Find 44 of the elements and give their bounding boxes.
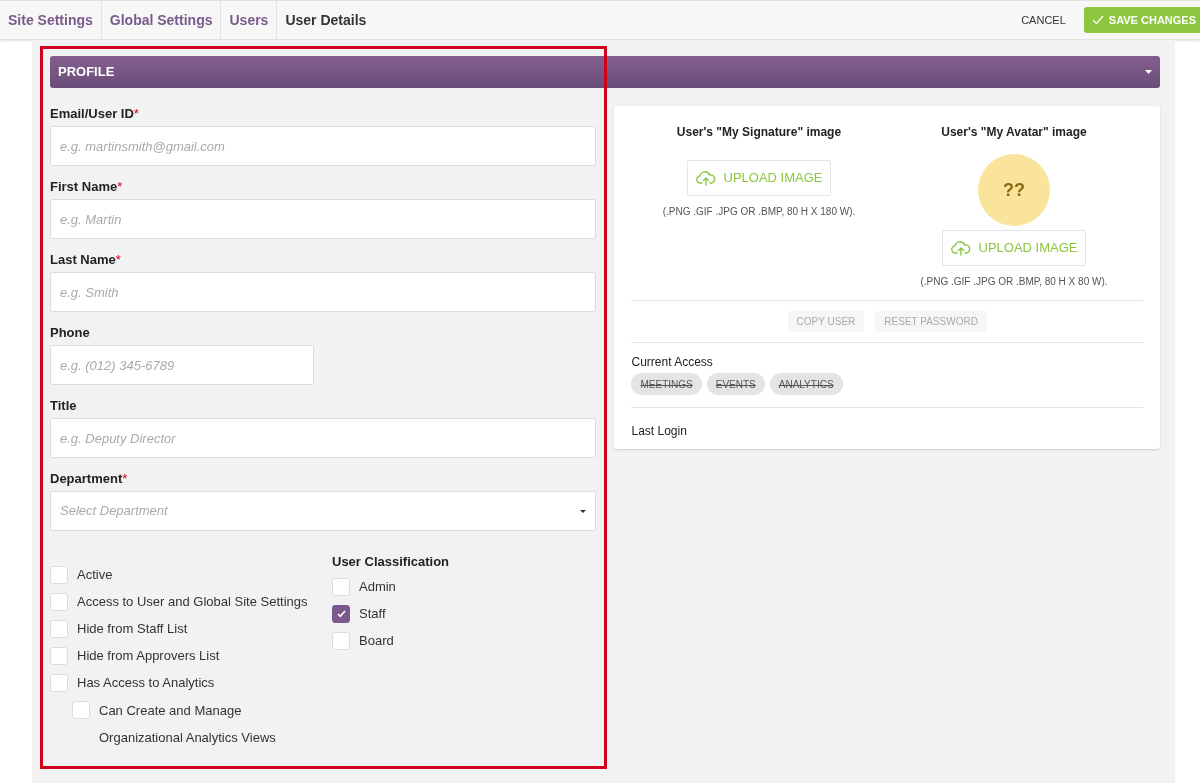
input-field[interactable]: e.g. Martin <box>50 199 597 239</box>
checkbox-label: Board <box>359 631 394 650</box>
checkbox[interactable] <box>332 604 350 623</box>
classification-title: User Classification <box>332 553 450 571</box>
check-icon <box>1091 15 1104 25</box>
breadcrumb-link[interactable]: Users <box>221 1 278 39</box>
checkbox-label: Hide from Staff List <box>77 620 188 638</box>
field-label: Department* <box>50 471 129 487</box>
input-field[interactable]: e.g. Deputy Director <box>50 418 597 458</box>
cancel-button[interactable]: CANCEL <box>1011 11 1076 29</box>
breadcrumb-link[interactable]: Global Settings <box>101 1 222 39</box>
checkbox-label: Active <box>77 566 113 584</box>
field-label: Title <box>50 398 78 414</box>
field-label: First Name* <box>50 179 124 195</box>
image-title: User's "My Signature" image <box>676 124 842 141</box>
input-field[interactable]: e.g. martinsmith@gmail.com <box>50 126 597 166</box>
input-field[interactable]: e.g. Smith <box>50 272 597 312</box>
access-tag: EVENTS <box>706 373 765 395</box>
breadcrumb-link[interactable]: Site Settings <box>0 1 102 39</box>
breadcrumb-link[interactable]: User Details <box>277 1 376 39</box>
image-hint: (.PNG .GIF .JPG OR .BMP, 80 H X 80 W). <box>920 275 1108 289</box>
cloud-upload-icon <box>695 170 716 186</box>
check-icon <box>336 609 346 618</box>
checkbox-label: Has Access to Analytics <box>77 674 215 692</box>
checkbox-label: Access to User and Global Site Settings <box>77 593 308 611</box>
field-label: Email/User ID* <box>50 106 140 122</box>
checkbox-label: Hide from Approvers List <box>77 647 220 665</box>
caret-down-icon <box>580 509 587 513</box>
section-title: PROFILE <box>58 63 115 82</box>
current-access-title: Current Access <box>631 354 714 371</box>
last-login-label: Last Login <box>631 424 687 438</box>
access-tag: MEETINGS <box>631 373 702 395</box>
checkbox-label: Can Create and Manage Organizational Analytics Views <box>99 702 277 747</box>
checkbox-label: Staff <box>359 604 386 623</box>
image-title: User's "My Avatar" image <box>941 124 1087 141</box>
image-hint: (.PNG .GIF .JPG OR .BMP, 80 H X 180 W). <box>662 205 856 219</box>
access-tag: ANALYTICS <box>769 373 843 395</box>
caret-down-icon <box>1145 70 1152 74</box>
field-label: Phone <box>50 325 91 341</box>
input-field[interactable]: e.g. (012) 345-6789 <box>50 345 314 385</box>
section-header[interactable]: PROFILE <box>50 56 1160 88</box>
field-label: Last Name* <box>50 252 122 268</box>
checkbox-label: Admin <box>359 577 396 596</box>
cloud-upload-icon <box>950 240 971 256</box>
